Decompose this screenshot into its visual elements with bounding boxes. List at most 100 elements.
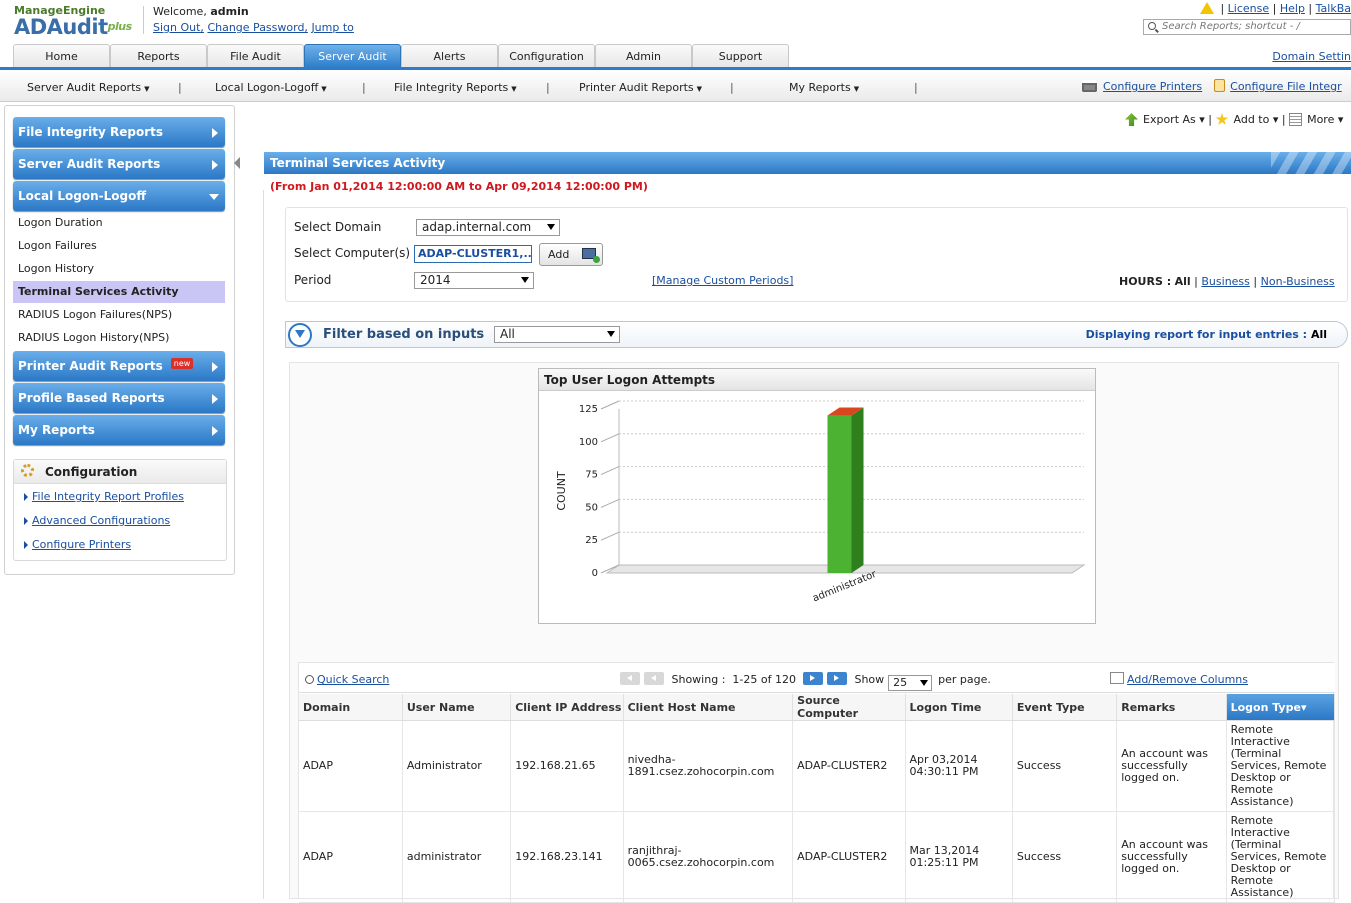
subnav-server-audit-reports[interactable]: Server Audit Reports ▼ [27, 81, 150, 94]
search-icon [1148, 22, 1156, 30]
sidebar-item-logon-duration[interactable]: Logon Duration [13, 212, 225, 234]
adaudit-logo[interactable]: ManageEngine ADAuditplus [14, 4, 133, 39]
export-as-button[interactable]: Export As ▾ [1125, 113, 1205, 126]
report-actions: Export As ▾ | Add to ▾ | More ▾ [1125, 113, 1343, 126]
sign-out-link[interactable]: Sign Out, [153, 21, 204, 34]
advanced-configurations-link[interactable]: Advanced Configurations [23, 514, 170, 527]
non-business-hours-link[interactable]: Non-Business [1261, 275, 1335, 288]
hours-all[interactable]: All [1175, 275, 1191, 288]
per-page-select[interactable]: 25 [888, 675, 933, 691]
sidebar-profile-based-reports[interactable]: Profile Based Reports [13, 383, 225, 413]
column-header-logon-type[interactable]: Logon Type▾ [1226, 694, 1336, 721]
more-button[interactable]: More ▾ [1289, 113, 1343, 126]
tab-configuration[interactable]: Configuration [498, 44, 595, 68]
change-password-link[interactable]: Change Password, [207, 21, 308, 34]
dropdown-arrow-icon [607, 331, 615, 337]
new-badge: new [170, 358, 194, 369]
business-hours-link[interactable]: Business [1201, 275, 1250, 288]
table-row[interactable]: ADAP Administrator 192.168.21.65 nivedha-18… [299, 720, 1336, 812]
sidebar-item-radius-logon-history[interactable]: RADIUS Logon History(NPS) [13, 327, 225, 349]
sidebar-item-logon-history[interactable]: Logon History [13, 258, 225, 280]
tab-reports[interactable]: Reports [110, 44, 207, 68]
column-header-user-name[interactable]: User Name [402, 694, 512, 721]
tab-support[interactable]: Support [692, 44, 789, 68]
configure-file-integrity-link[interactable]: Configure File Integr [1230, 80, 1342, 93]
add-computer-button[interactable]: Add [539, 243, 603, 266]
jump-to-link[interactable]: Jump to [311, 21, 353, 34]
welcome-area: Welcome, admin Sign Out, Change Password… [153, 5, 354, 34]
sidebar-item-terminal-services-activity[interactable]: Terminal Services Activity [13, 281, 225, 303]
sidebar-item-radius-logon-failures[interactable]: RADIUS Logon Failures(NPS) [13, 304, 225, 326]
talkback-link[interactable]: TalkBa [1316, 2, 1351, 15]
tab-file-audit[interactable]: File Audit [207, 44, 304, 68]
username: admin [210, 5, 249, 18]
period-select[interactable]: 2014 [414, 272, 534, 289]
sidebar-file-integrity-reports[interactable]: File Integrity Reports [13, 117, 225, 147]
edit-columns-icon [1110, 672, 1124, 684]
configure-printers-sidebar-link[interactable]: Configure Printers [23, 538, 131, 551]
logo-divider [143, 6, 144, 34]
sidebar-my-reports[interactable]: My Reports [13, 415, 225, 445]
period-label: Period [294, 273, 332, 287]
add-remove-columns[interactable]: Add/Remove Columns [1110, 672, 1248, 686]
configure-printers-link[interactable]: Configure Printers [1103, 80, 1202, 93]
select-domain-label: Select Domain [294, 220, 382, 234]
subnav-my-reports[interactable]: My Reports ▼ [789, 81, 859, 94]
search-input[interactable]: Search Reports; shortcut - / [1143, 19, 1351, 35]
lock-icon [1214, 79, 1226, 92]
sidebar-local-logon-logoff[interactable]: Local Logon-Logoff [13, 181, 225, 211]
column-header-source-computer[interactable]: Source Computer [792, 694, 906, 721]
subnav-local-logon-logoff[interactable]: Local Logon-Logoff ▼ [215, 81, 327, 94]
column-header-domain[interactable]: Domain [299, 694, 403, 721]
warning-icon[interactable] [1200, 2, 1215, 14]
chevron-down-icon [209, 194, 219, 200]
tab-alerts[interactable]: Alerts [401, 44, 498, 68]
sidebar-printer-audit-reports[interactable]: Printer Audit Reports new [13, 351, 225, 381]
more-icon [1289, 113, 1303, 126]
last-page-icon[interactable] [826, 672, 847, 685]
domain-settings-link[interactable]: Domain Settin [1272, 50, 1351, 63]
subnav-config-links: Configure Printers Configure File Integr [1082, 79, 1342, 93]
table-cell: 192.168.23.141 [510, 811, 624, 903]
first-page-icon[interactable] [620, 672, 640, 685]
chevron-right-icon [212, 362, 218, 372]
column-header-event-type[interactable]: Event Type [1012, 694, 1118, 721]
column-header-remarks[interactable]: Remarks [1116, 694, 1227, 721]
dropdown-arrow-icon [920, 680, 929, 686]
tab-admin[interactable]: Admin [595, 44, 692, 68]
file-integrity-report-profiles-link[interactable]: File Integrity Report Profiles [24, 490, 184, 503]
plus-label: plus [107, 20, 133, 33]
quick-search[interactable]: Quick Search [305, 673, 389, 686]
per-page-label: per page. [938, 673, 991, 686]
help-link[interactable]: Help [1280, 2, 1305, 15]
next-page-icon[interactable] [802, 672, 823, 685]
printer-icon [1082, 80, 1097, 92]
manage-custom-periods-link[interactable]: [Manage Custom Periods] [652, 274, 793, 287]
y-tick-label: 100 [579, 437, 598, 448]
computer-input[interactable]: ADAP-CLUSTER1,... [414, 245, 532, 263]
domain-select[interactable]: adap.internal.com [416, 219, 560, 236]
subnav-printer-audit-reports[interactable]: Printer Audit Reports ▼ [579, 81, 702, 94]
table-row[interactable]: ADAP administrator 192.168.23.141 ranjithra… [299, 811, 1336, 903]
product-name: ADAudit [14, 15, 108, 39]
subnav-divider: | [178, 81, 182, 94]
add-to-button[interactable]: Add to ▾ [1215, 113, 1278, 126]
sidebar-item-logon-failures[interactable]: Logon Failures [13, 235, 225, 257]
y-tick-label: 0 [592, 568, 598, 579]
subnav-file-integrity-reports[interactable]: File Integrity Reports ▼ [394, 81, 517, 94]
chart-title: Top User Logon Attempts [539, 369, 1095, 391]
license-link[interactable]: License [1228, 2, 1269, 15]
column-header-client-host-name[interactable]: Client Host Name [623, 694, 794, 721]
table-cell: Remote Interactive (Terminal Services, R… [1226, 720, 1336, 812]
subnav-divider: | [362, 81, 366, 94]
previous-page-icon[interactable] [644, 672, 664, 685]
tab-server-audit[interactable]: Server Audit [304, 44, 401, 68]
filter-select[interactable]: All [494, 326, 620, 343]
collapse-sidebar-icon[interactable] [234, 157, 240, 169]
sidebar-server-audit-reports[interactable]: Server Audit Reports [13, 149, 225, 179]
table-cell: ADAP-CLUSTER2 [792, 811, 906, 903]
tab-home[interactable]: Home [13, 44, 110, 68]
chart-tick [600, 498, 620, 508]
column-header-client-ip-address[interactable]: Client IP Address [510, 694, 624, 721]
column-header-logon-time[interactable]: Logon Time [905, 694, 1013, 721]
